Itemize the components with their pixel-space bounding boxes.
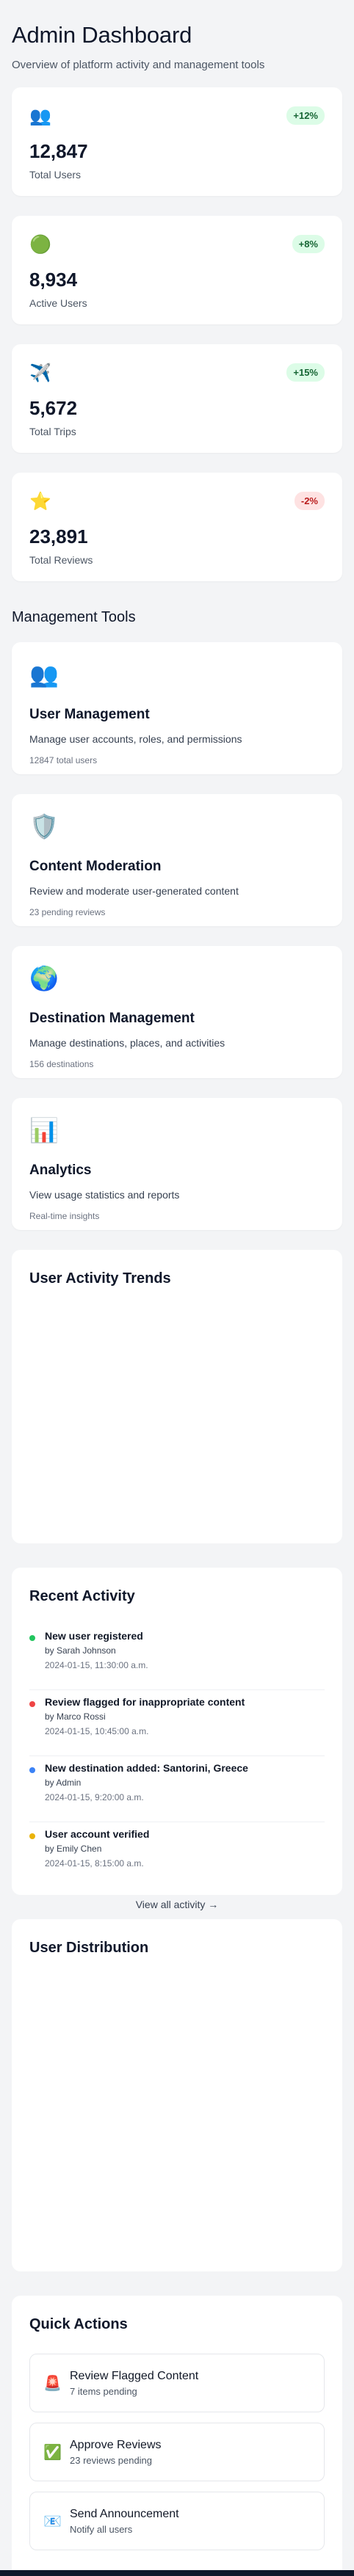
stat-label: Active Users: [29, 297, 87, 309]
send-announcement-button[interactable]: 📧 Send Announcement Notify all users: [29, 2492, 325, 2550]
airplane-icon: ✈️: [29, 363, 51, 383]
tool-card-destination-management[interactable]: 🌍 Destination Management Manage destinat…: [12, 946, 342, 1078]
tool-meta: 23 pending reviews: [29, 907, 106, 917]
activity-author: by Admin: [45, 1778, 82, 1788]
star-icon: ⭐: [29, 492, 51, 512]
status-dot-yellow: [29, 1833, 35, 1839]
tool-title: Analytics: [29, 1163, 92, 1178]
siren-icon: 🚨: [43, 2375, 62, 2392]
view-all-activity-link[interactable]: View all activity →: [29, 1899, 325, 1910]
stat-card-total-reviews: ⭐ -2% 23,891 Total Reviews: [12, 473, 342, 581]
tool-card-analytics[interactable]: 📊 Analytics View usage statistics and re…: [12, 1098, 342, 1230]
tool-meta: 12847 total users: [29, 755, 98, 765]
stat-change-badge: -2%: [294, 492, 325, 510]
bar-chart-icon: 📊: [29, 1117, 59, 1143]
quick-action-subtitle: 7 items pending: [70, 2385, 137, 2397]
activity-item: User account verified by Emily Chen 2024…: [29, 1822, 325, 1888]
user-distribution-title: User Distribution: [29, 1940, 149, 1956]
management-tools-heading: Management Tools: [12, 609, 136, 625]
tool-card-content-moderation[interactable]: 🛡️ Content Moderation Review and moderat…: [12, 794, 342, 926]
quick-actions-card: Quick Actions 🚨 Review Flagged Content 7…: [12, 2296, 342, 2576]
status-dot-green: [29, 1635, 35, 1641]
stat-value: 12,847: [29, 140, 88, 162]
status-dot-blue: [29, 1767, 35, 1773]
tool-description: Review and moderate user-generated conte…: [29, 885, 239, 897]
check-icon: ✅: [43, 2444, 62, 2461]
activity-author: by Emily Chen: [45, 1844, 102, 1854]
stat-change-badge: +12%: [286, 106, 325, 125]
stat-card-active-users: 🟢 +8% 8,934 Active Users: [12, 216, 342, 324]
quick-action-title: Approve Reviews: [70, 2438, 162, 2451]
activity-time: 2024-01-15, 8:15:00 a.m.: [45, 1858, 144, 1869]
tool-card-user-management[interactable]: 👥 User Management Manage user accounts, …: [12, 642, 342, 774]
activity-item: Review flagged for inappropriate content…: [29, 1690, 325, 1756]
shield-icon: 🛡️: [29, 813, 59, 840]
activity-item: New user registered by Sarah Johnson 202…: [29, 1624, 325, 1690]
tool-title: Destination Management: [29, 1011, 195, 1026]
approve-reviews-button[interactable]: ✅ Approve Reviews 23 reviews pending: [29, 2423, 325, 2481]
stat-value: 5,672: [29, 397, 78, 419]
quick-action-subtitle: Notify all users: [70, 2523, 133, 2535]
green-circle-icon: 🟢: [29, 235, 51, 255]
recent-activity-title: Recent Activity: [29, 1588, 135, 1604]
users-icon: 👥: [29, 661, 59, 688]
activity-author: by Sarah Johnson: [45, 1645, 116, 1656]
tool-meta: 156 destinations: [29, 1059, 94, 1069]
stat-change-badge: +15%: [286, 363, 325, 382]
stat-card-total-trips: ✈️ +15% 5,672 Total Trips: [12, 344, 342, 453]
stat-label: Total Trips: [29, 426, 76, 437]
user-activity-trends-card: User Activity Trends: [12, 1250, 342, 1543]
page-title: Admin Dashboard: [12, 22, 192, 48]
globe-icon: 🌍: [29, 965, 59, 992]
activity-list: New user registered by Sarah Johnson 202…: [29, 1624, 325, 1888]
tool-description: Manage destinations, places, and activit…: [29, 1037, 225, 1049]
activity-title: New user registered: [45, 1630, 143, 1642]
users-icon: 👥: [29, 106, 51, 126]
recent-activity-card: Recent Activity New user registered by S…: [12, 1568, 342, 1910]
stat-label: Total Users: [29, 169, 82, 181]
stat-label: Total Reviews: [29, 554, 93, 566]
tool-title: Content Moderation: [29, 859, 162, 874]
tool-description: Manage user accounts, roles, and permiss…: [29, 733, 242, 745]
activity-author: by Marco Rossi: [45, 1711, 106, 1722]
activity-item: New destination added: Santorini, Greece…: [29, 1756, 325, 1822]
activity-title: Review flagged for inappropriate content: [45, 1696, 245, 1708]
status-dot-red: [29, 1701, 35, 1707]
tool-description: View usage statistics and reports: [29, 1189, 180, 1201]
tool-title: User Management: [29, 707, 150, 722]
admin-dashboard-page: Admin Dashboard Overview of platform act…: [0, 0, 354, 2576]
stat-card-total-users: 👥 +12% 12,847 Total Users: [12, 87, 342, 196]
user-distribution-chart-area: [29, 1957, 325, 2235]
activity-time: 2024-01-15, 10:45:00 a.m.: [45, 1726, 149, 1736]
quick-action-title: Send Announcement: [70, 2507, 179, 2520]
footer-bar: [0, 2570, 354, 2576]
quick-action-title: Review Flagged Content: [70, 2369, 199, 2382]
activity-time: 2024-01-15, 9:20:00 a.m.: [45, 1792, 144, 1802]
quick-action-subtitle: 23 reviews pending: [70, 2454, 153, 2466]
stat-value: 23,891: [29, 525, 88, 547]
user-activity-trends-chart-area: [29, 1287, 325, 1507]
user-distribution-card: User Distribution: [12, 1919, 342, 2271]
email-icon: 📧: [43, 2513, 62, 2530]
user-activity-trends-title: User Activity Trends: [29, 1270, 171, 1287]
quick-actions-title: Quick Actions: [29, 2316, 128, 2332]
activity-title: User account verified: [45, 1828, 150, 1840]
review-flagged-content-button[interactable]: 🚨 Review Flagged Content 7 items pending: [29, 2354, 325, 2412]
stat-value: 8,934: [29, 269, 78, 291]
activity-time: 2024-01-15, 11:30:00 a.m.: [45, 1660, 148, 1670]
activity-title: New destination added: Santorini, Greece: [45, 1762, 248, 1774]
page-subtitle: Overview of platform activity and manage…: [12, 59, 265, 71]
tool-meta: Real-time insights: [29, 1211, 100, 1221]
stat-change-badge: +8%: [292, 235, 325, 253]
